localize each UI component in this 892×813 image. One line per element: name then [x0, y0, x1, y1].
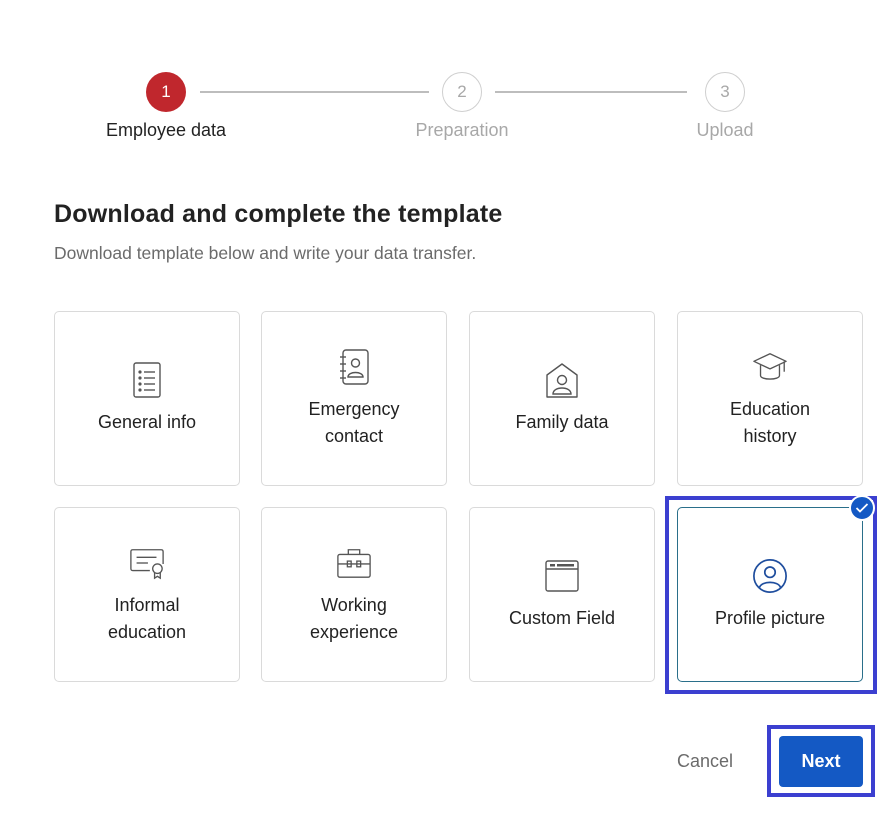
template-card-profile-picture[interactable]: Profile picture: [677, 507, 863, 682]
step-2-label: Preparation: [415, 120, 509, 140]
template-card-label: Family data: [515, 412, 609, 432]
selected-check-icon: [849, 495, 875, 521]
step-1-label: Employee data: [105, 120, 227, 140]
template-card-working-experience[interactable]: Working experience: [261, 507, 447, 682]
template-card-label: Custom Field: [508, 608, 616, 628]
template-card-label: General info: [97, 412, 197, 432]
template-card-emergency-contact[interactable]: Emergency contact: [261, 311, 447, 486]
template-card-label: Profile picture: [714, 608, 826, 628]
page-title: Download and complete the template: [54, 200, 503, 228]
certificate-icon: [129, 544, 165, 582]
step-2-number: 2: [457, 82, 467, 101]
template-card-label: Working experience: [309, 594, 399, 642]
step-3-number: 3: [720, 82, 730, 101]
step-1-number: 1: [161, 82, 171, 101]
template-card-custom-field[interactable]: Custom Field: [469, 507, 655, 682]
template-card-label: Education history: [729, 398, 811, 446]
step-2-circle: 2: [442, 72, 482, 112]
step-3-circle: 3: [705, 72, 745, 112]
graduation-cap-icon: [752, 348, 788, 386]
step-connector-2: [495, 91, 687, 93]
house-person-icon: [544, 361, 580, 399]
document-list-icon: [129, 361, 165, 399]
template-card-label: Emergency contact: [308, 398, 400, 446]
stepper: 1 2 3 Employee data Preparation Upload: [0, 72, 892, 152]
briefcase-icon: [336, 544, 372, 582]
cancel-button[interactable]: Cancel: [660, 745, 750, 777]
step-3-label: Upload: [696, 120, 754, 140]
page-subtitle: Download template below and write your d…: [54, 243, 477, 263]
template-card-family-data[interactable]: Family data: [469, 311, 655, 486]
template-card-informal-education[interactable]: Informal education: [54, 507, 240, 682]
step-1-circle: 1: [146, 72, 186, 112]
template-card-label: Informal education: [107, 594, 187, 642]
next-button[interactable]: Next: [779, 736, 863, 787]
window-icon: [544, 557, 580, 595]
step-connector-1: [200, 91, 429, 93]
contact-book-icon: [336, 348, 372, 386]
template-card-general-info[interactable]: General info: [54, 311, 240, 486]
template-card-education-history[interactable]: Education history: [677, 311, 863, 486]
user-circle-icon: [752, 557, 788, 595]
